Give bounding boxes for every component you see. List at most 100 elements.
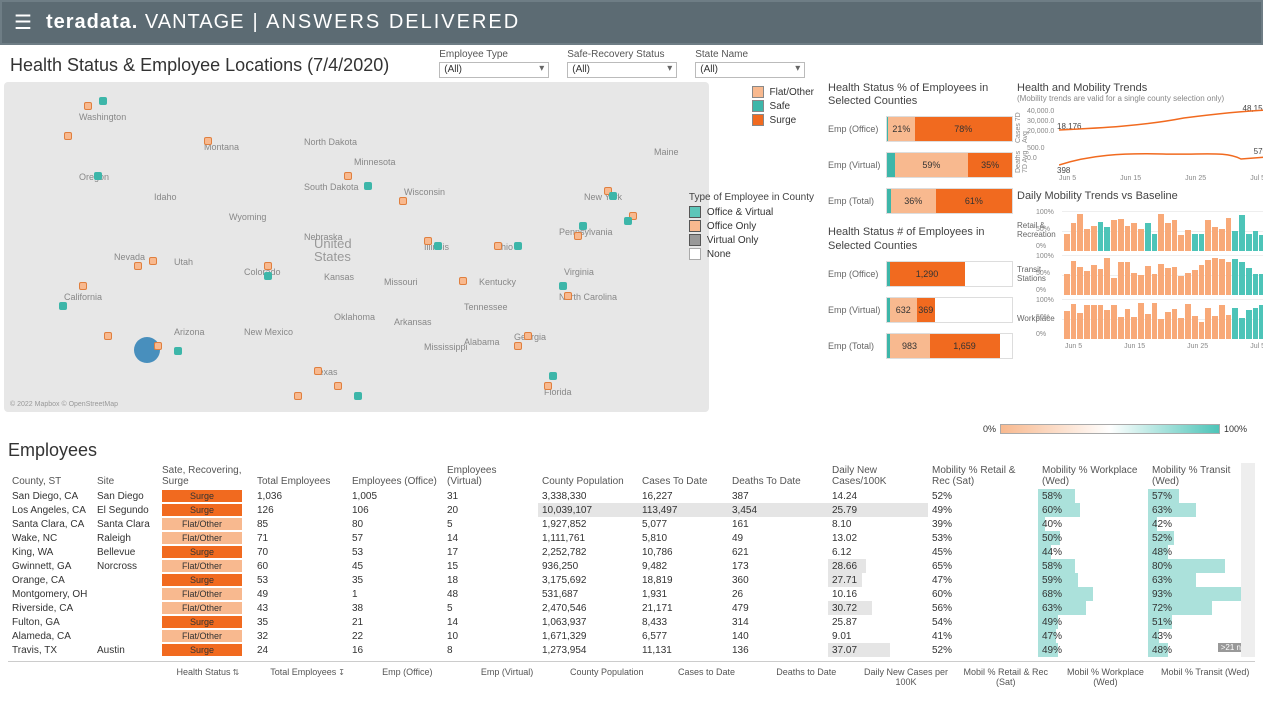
employees-scroll[interactable]: County, STSiteSate, Recovering, SurgeTot… (8, 463, 1255, 657)
county-marker[interactable] (79, 282, 87, 290)
health-num-title: Health Status # of Employees in Selected… (828, 226, 1013, 252)
county-marker[interactable] (549, 372, 557, 380)
legend-item[interactable]: Office & Virtual (689, 206, 814, 218)
stacked-bar[interactable]: 59%35% (886, 152, 1013, 178)
selection-marker-icon[interactable] (134, 337, 160, 363)
county-marker[interactable] (59, 302, 67, 310)
mobility-bar-chart[interactable]: 100%50%0% (1062, 211, 1263, 251)
legend-item[interactable]: Flat/Other (752, 86, 814, 98)
county-marker[interactable] (294, 392, 302, 400)
footer-sort-cell[interactable]: Daily New Cases per 100K (856, 668, 956, 688)
county-marker[interactable] (134, 262, 142, 270)
footer-sort-cell[interactable]: Emp (Office) (357, 668, 457, 688)
footer-sort-cell[interactable]: Emp (Virtual) (457, 668, 557, 688)
county-marker[interactable] (459, 277, 467, 285)
county-marker[interactable] (559, 282, 567, 290)
county-marker[interactable] (624, 217, 632, 225)
table-row[interactable]: Wake, NC Raleigh Flat/Other 715714 1,111… (8, 531, 1255, 545)
county-marker[interactable] (264, 272, 272, 280)
county-marker[interactable] (64, 132, 72, 140)
footer-sort-cell[interactable]: Mobil % Workplace (Wed) (1056, 668, 1156, 688)
footer-sort-cell[interactable]: Total Employees↧ (258, 668, 358, 688)
county-marker[interactable] (524, 332, 532, 340)
table-row[interactable]: King, WA Bellevue Surge 705317 2,252,782… (8, 545, 1255, 559)
filter-select[interactable]: (All) (567, 62, 677, 78)
hamburger-menu-icon[interactable]: ☰ (14, 10, 32, 35)
column-header[interactable]: Deaths To Date (728, 463, 828, 489)
stacked-bar[interactable]: 21%78% (886, 116, 1013, 142)
column-header[interactable]: Employees (Virtual) (443, 463, 538, 489)
stacked-bar[interactable]: 36%61% (886, 188, 1013, 214)
footer-sort-cell[interactable]: Mobil % Retail & Rec (Sat) (956, 668, 1056, 688)
column-header[interactable]: County Population (538, 463, 638, 489)
county-marker[interactable] (264, 262, 272, 270)
table-row[interactable]: Fulton, GA Surge 352114 1,063,9378,43331… (8, 615, 1255, 629)
county-marker[interactable] (514, 242, 522, 250)
stacked-bar[interactable]: 1,290 (886, 261, 1013, 287)
county-marker[interactable] (94, 172, 102, 180)
table-row[interactable]: Riverside, CA Flat/Other 43385 2,470,546… (8, 601, 1255, 615)
county-marker[interactable] (174, 347, 182, 355)
column-header[interactable]: County, ST (8, 463, 93, 489)
table-row[interactable]: Los Angeles, CA El Segundo Surge 1261062… (8, 503, 1255, 517)
table-row[interactable]: Gwinnett, GA Norcross Flat/Other 604515 … (8, 559, 1255, 573)
footer-sort-cell[interactable]: Mobil % Transit (Wed) (1155, 668, 1255, 688)
mobility-bar-chart[interactable]: 100%50%0% (1062, 255, 1263, 295)
county-marker[interactable] (154, 342, 162, 350)
county-marker[interactable] (579, 222, 587, 230)
county-marker[interactable] (104, 332, 112, 340)
county-marker[interactable] (514, 342, 522, 350)
county-marker[interactable] (564, 292, 572, 300)
cases-sparkline[interactable]: Cases 7D Avg 40,000.0 30,000.0 20,000.0 … (1017, 108, 1263, 143)
column-header[interactable]: Total Employees (253, 463, 348, 489)
county-marker[interactable] (84, 102, 92, 110)
county-marker[interactable] (334, 382, 342, 390)
county-marker[interactable] (204, 137, 212, 145)
county-marker[interactable] (354, 392, 362, 400)
county-marker[interactable] (399, 197, 407, 205)
column-header[interactable]: Mobility % Workplace (Wed) (1038, 463, 1148, 489)
legend-item[interactable]: Office Only (689, 220, 814, 232)
us-map[interactable]: UnitedStates © 2022 Mapbox © OpenStreetM… (4, 82, 709, 412)
footer-sort-cell[interactable]: County Population (557, 668, 657, 688)
filter-select[interactable]: (All) (695, 62, 805, 78)
county-marker[interactable] (344, 172, 352, 180)
column-header[interactable]: Site (93, 463, 158, 489)
stacked-bar[interactable]: 632369 (886, 297, 1013, 323)
legend-item[interactable]: Surge (752, 114, 814, 126)
county-marker[interactable] (434, 242, 442, 250)
filter-select[interactable]: (All) (439, 62, 549, 78)
county-marker[interactable] (494, 242, 502, 250)
table-row[interactable]: Orange, CA Surge 533518 3,175,69218,8193… (8, 573, 1255, 587)
column-header[interactable]: Mobility % Retail & Rec (Sat) (928, 463, 1038, 489)
table-row[interactable]: Montgomery, OH Flat/Other 49148 531,6871… (8, 587, 1255, 601)
legend-swatch-icon (689, 248, 701, 260)
mobility-row: Retail & Recreation 100%50%0% (1017, 211, 1263, 251)
column-header[interactable]: Sate, Recovering, Surge (158, 463, 253, 489)
county-marker[interactable] (364, 182, 372, 190)
legend-item[interactable]: Virtual Only (689, 234, 814, 246)
county-marker[interactable] (314, 367, 322, 375)
table-row[interactable]: San Diego, CA San Diego Surge 1,0361,005… (8, 489, 1255, 503)
county-marker[interactable] (574, 232, 582, 240)
footer-sort-cell[interactable]: Deaths to Date (756, 668, 856, 688)
mobility-bar-chart[interactable]: 100%50%0% (1062, 299, 1263, 339)
county-marker[interactable] (149, 257, 157, 265)
county-marker[interactable] (99, 97, 107, 105)
footer-sort-cell[interactable]: Health Status⇅ (158, 668, 258, 688)
county-marker[interactable] (609, 192, 617, 200)
column-header[interactable]: Mobility % Transit (Wed) (1148, 463, 1255, 489)
column-header[interactable]: Daily New Cases/100K (828, 463, 928, 489)
column-header[interactable]: Employees (Office) (348, 463, 443, 489)
legend-item[interactable]: None (689, 248, 814, 260)
table-row[interactable]: Alameda, CA Flat/Other 322210 1,671,3296… (8, 629, 1255, 643)
column-header[interactable]: Cases To Date (638, 463, 728, 489)
county-marker[interactable] (544, 382, 552, 390)
deaths-sparkline[interactable]: Deaths 7D Avg 500.0 0.0 398 579 (1017, 145, 1263, 173)
legend-item[interactable]: Safe (752, 100, 814, 112)
county-marker[interactable] (424, 237, 432, 245)
stacked-bar[interactable]: 9831,659 (886, 333, 1013, 359)
table-row[interactable]: Santa Clara, CA Santa Clara Flat/Other 8… (8, 517, 1255, 531)
footer-sort-cell[interactable]: Cases to Date (657, 668, 757, 688)
table-row[interactable]: Travis, TX Austin Surge 24168 1,273,9541… (8, 643, 1255, 657)
